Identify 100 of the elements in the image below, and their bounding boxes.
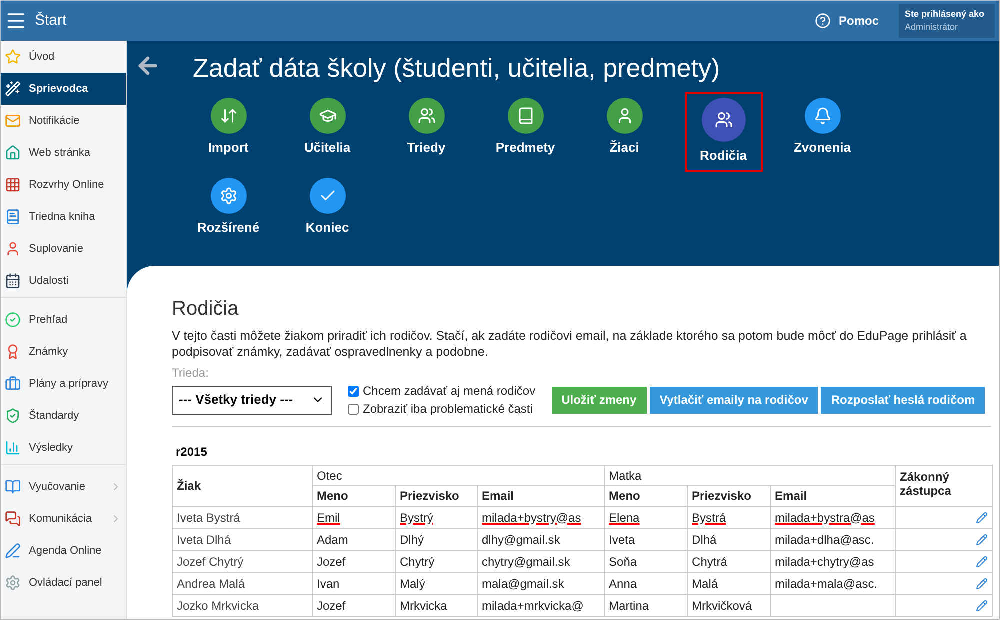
table-cell[interactable]: mala@gmail.sk [478, 572, 605, 594]
section-description: V tejto časti môžete žiakom priradiť ich rodičov. Stačí, ak zadáte rodičovi email, na základe ktorého sa potom bude môcť do EduPage prihlásiť a podpisovať známky, zadávať ospravedlnenky a podobne. [172, 328, 968, 360]
wizard-step[interactable]: Koniec [288, 172, 366, 252]
column-header: Priezvisko [688, 486, 771, 506]
table-cell[interactable]: Bystrý [396, 506, 478, 528]
wizard-step[interactable]: Zvonenia [784, 92, 862, 172]
class-label: Trieda: [172, 365, 210, 382]
table-cell[interactable]: Chytrý [396, 550, 478, 572]
arrows-icon [210, 98, 246, 134]
open-book-icon [5, 479, 21, 495]
people-icon [408, 98, 444, 134]
edit-icon[interactable] [976, 534, 988, 546]
sidebar-item[interactable]: Suplovanie [1, 233, 126, 265]
sidebar-item[interactable]: Výsledky [1, 432, 126, 464]
sidebar-item[interactable]: Notifikácie [1, 105, 126, 137]
sidebar-item[interactable]: Štandardy [1, 400, 126, 432]
user-panel[interactable]: Ste prihlásený ako Administrátor [899, 4, 995, 38]
table-cell: Andrea Malá [172, 572, 312, 594]
class-select[interactable]: --- Všetky triedy --- [172, 386, 332, 414]
table-cell[interactable]: chytry@gmail.sk [478, 550, 605, 572]
settings-icon [210, 178, 246, 214]
house-icon [5, 145, 21, 161]
grid-icon [5, 177, 21, 193]
sidebar-item[interactable]: Agenda Online [1, 535, 126, 567]
page-title: Zadať dáta školy (študenti, učitelia, predmety) [193, 52, 722, 85]
wizard-step[interactable]: Predmety [486, 92, 564, 172]
checkbox[interactable] [348, 386, 359, 396]
table-cell: Iveta Dlhá [172, 528, 312, 550]
sidebar-item[interactable]: Plány a prípravy [1, 368, 126, 400]
table-cell[interactable]: Malý [396, 572, 478, 594]
table-cell[interactable]: Dlhý [396, 528, 478, 550]
sidebar-item[interactable]: Prehľad [1, 304, 126, 336]
table-cell[interactable]: Jozef [312, 594, 396, 616]
table-cell[interactable]: Malá [688, 572, 771, 594]
calendar-icon [5, 273, 21, 289]
bar-chart-icon [5, 440, 21, 456]
table-cell[interactable]: Iveta [604, 528, 688, 550]
table-cell[interactable]: milada+dlha@asc. [770, 528, 896, 550]
sidebar-item[interactable]: Vyučovanie [1, 471, 126, 503]
table-cell[interactable]: Martina [604, 594, 688, 616]
edit-icon[interactable] [976, 556, 988, 568]
column-header: Meno [604, 486, 688, 506]
edit-icon[interactable] [976, 600, 988, 612]
sidebar-item[interactable]: Udalosti [1, 265, 126, 297]
edit-icon[interactable] [976, 512, 988, 524]
table-cell[interactable]: Dlhá [688, 528, 771, 550]
sidebar-item[interactable]: Sprievodca [1, 73, 126, 105]
shield-icon [5, 408, 21, 424]
table-cell[interactable]: milada+bystry@as [478, 506, 605, 528]
checkmark-icon [310, 178, 346, 214]
help-icon [814, 13, 831, 29]
table-cell[interactable]: Elena [604, 506, 688, 528]
wizard-step[interactable]: Žiaci [586, 92, 664, 172]
table-cell[interactable]: milada+mala@asc. [770, 572, 896, 594]
table-cell[interactable]: dlhy@gmail.sk [478, 528, 605, 550]
table-cell[interactable]: Adam [312, 528, 396, 550]
help-button[interactable]: Pomoc [814, 12, 879, 30]
sidebar-item[interactable]: Triedna kniha [1, 201, 126, 233]
sidebar-item[interactable]: Známky [1, 336, 126, 368]
table-cell: Jozko Mrkvicka [172, 594, 312, 616]
table-cell[interactable]: Jozef [312, 550, 396, 572]
table-cell[interactable]: milada+bystra@as [770, 506, 896, 528]
sidebar-item[interactable]: Komunikácia [1, 503, 126, 535]
checkbox-option[interactable]: Zobraziť iba problematické časti [348, 400, 536, 418]
column-header: Matka [604, 466, 896, 486]
notebook-icon [5, 209, 21, 225]
table-cell[interactable]: Mrkvičková [688, 594, 771, 616]
sidebar-item[interactable]: Úvod [1, 41, 126, 73]
table-cell[interactable]: Anna [604, 572, 688, 594]
table-cell[interactable]: Soňa [604, 550, 688, 572]
wizard-step[interactable]: Rozšírené [190, 172, 268, 252]
wizard-step[interactable]: Import [190, 92, 268, 172]
checkbox[interactable] [348, 404, 359, 414]
table-cell[interactable]: Mrkvicka [396, 594, 478, 616]
table-cell[interactable]: Bystrá [688, 506, 771, 528]
briefcase-icon [5, 376, 21, 392]
user-name: Administrátor [905, 21, 960, 34]
sidebar-item[interactable]: Web stránka [1, 137, 126, 169]
person-icon [606, 98, 642, 134]
star-icon [5, 49, 21, 65]
check-circle-icon [5, 312, 21, 328]
table-cell: Iveta Bystrá [172, 506, 312, 528]
table-cell[interactable] [770, 594, 896, 616]
wizard-step[interactable]: Učitelia [288, 92, 366, 172]
table-cell[interactable]: Ivan [312, 572, 396, 594]
checkbox-option[interactable]: Chcem zadávať aj mená rodičov [348, 382, 536, 400]
edit-icon[interactable] [976, 578, 988, 590]
bell-icon [804, 98, 840, 134]
table-cell[interactable]: milada+mrkvicka@ [478, 594, 605, 616]
table-cell[interactable]: milada+chytry@as [770, 550, 896, 572]
section-title: Rodičia [172, 297, 240, 322]
wizard-step[interactable]: Rodičia [684, 92, 762, 172]
wizard-step[interactable]: Triedy [388, 92, 466, 172]
table-cell[interactable]: Emil [312, 506, 396, 528]
table-cell[interactable]: Chytrá [688, 550, 771, 572]
pen-icon [5, 543, 21, 559]
book-icon [508, 98, 544, 134]
sidebar-item[interactable]: Rozvrhy Online [1, 169, 126, 201]
sidebar-item[interactable]: Ovládací panel [1, 567, 126, 599]
column-header: Email [478, 486, 605, 506]
